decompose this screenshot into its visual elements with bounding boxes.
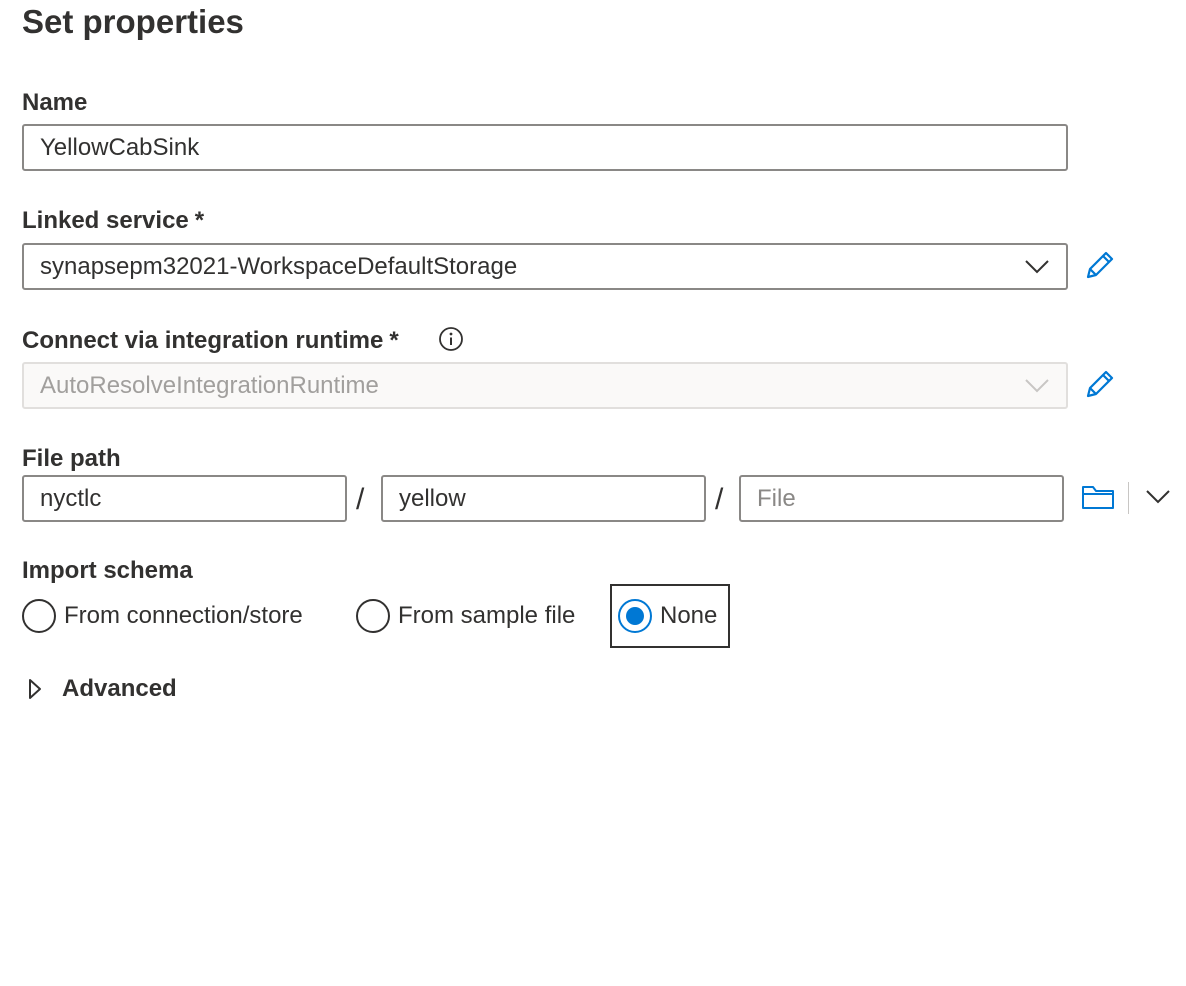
name-label: Name: [22, 88, 87, 118]
integration-runtime-dropdown: AutoResolveIntegrationRuntime: [22, 362, 1068, 409]
import-schema-label: Import schema: [22, 556, 193, 586]
integration-runtime-label-text: Connect via integration runtime: [22, 327, 384, 354]
radio-label: From connection/store: [64, 602, 303, 629]
radio-none[interactable]: None: [610, 584, 730, 648]
required-marker: *: [389, 327, 399, 354]
file-path-container-input[interactable]: [22, 475, 347, 522]
chevron-down-icon: [1024, 378, 1050, 394]
linked-service-edit-button[interactable]: [1082, 249, 1118, 285]
advanced-toggle[interactable]: Advanced: [28, 672, 177, 706]
chevron-down-icon: [1024, 259, 1050, 275]
radio-from-sample-file[interactable]: From sample file: [356, 584, 575, 648]
chevron-down-icon: [1146, 489, 1170, 509]
file-path-options-button[interactable]: [1142, 484, 1174, 514]
linked-service-value: synapsepm32021-WorkspaceDefaultStorage: [40, 252, 518, 280]
path-separator: /: [715, 483, 724, 516]
linked-service-label: Linked service *: [22, 206, 204, 236]
name-input[interactable]: [22, 124, 1068, 171]
radio-circle: [618, 599, 652, 633]
name-label-text: Name: [22, 89, 88, 116]
file-path-label-text: File path: [22, 445, 121, 472]
integration-runtime-label: Connect via integration runtime *: [22, 326, 399, 356]
file-path-label: File path: [22, 444, 121, 474]
toolbar-divider: [1128, 482, 1129, 514]
radio-circle: [356, 599, 390, 633]
required-marker: *: [194, 207, 205, 234]
radio-label: None: [660, 602, 718, 629]
file-path-file-input[interactable]: [739, 475, 1064, 522]
pencil-icon: [1084, 249, 1116, 286]
info-icon[interactable]: [438, 326, 464, 352]
import-schema-label-text: Import schema: [22, 557, 193, 584]
radio-circle: [22, 599, 56, 633]
folder-icon: [1081, 484, 1115, 515]
page-title: Set properties: [22, 3, 244, 40]
set-properties-panel: Set properties Name Linked service* syna…: [0, 0, 1186, 986]
integration-runtime-edit-button[interactable]: [1082, 368, 1118, 404]
linked-service-label-text: Linked service: [22, 207, 189, 234]
radio-label: From sample file: [398, 602, 576, 629]
radio-selected-dot: [626, 607, 644, 625]
advanced-label: Advanced: [62, 675, 177, 702]
pencil-icon: [1084, 368, 1116, 405]
path-separator: /: [356, 483, 365, 516]
browse-button[interactable]: [1078, 482, 1118, 516]
file-path-directory-input[interactable]: [381, 475, 706, 522]
radio-from-connection-store[interactable]: From connection/store: [22, 584, 303, 648]
linked-service-dropdown[interactable]: synapsepm32021-WorkspaceDefaultStorage: [22, 243, 1068, 290]
caret-right-icon: [28, 678, 48, 700]
integration-runtime-value: AutoResolveIntegrationRuntime: [40, 371, 379, 399]
